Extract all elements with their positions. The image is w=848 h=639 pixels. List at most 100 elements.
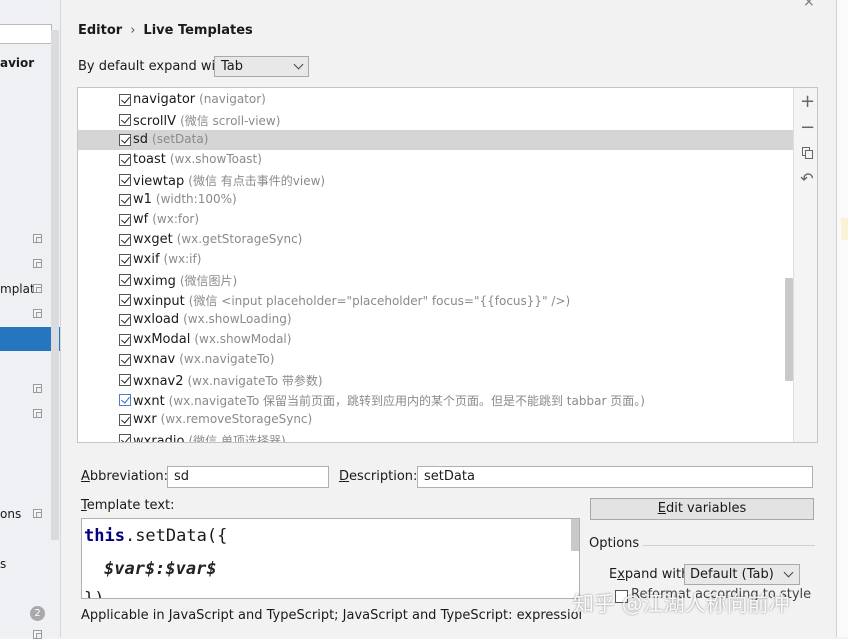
- template-row[interactable]: wf (wx:for): [78, 210, 794, 230]
- template-abbreviation: wf: [133, 212, 149, 227]
- remove-icon[interactable]: −: [800, 119, 815, 137]
- template-checkbox[interactable]: [119, 94, 131, 106]
- description-field[interactable]: setData: [417, 466, 813, 488]
- template-description: (微信 <input placeholder="placeholder" foc…: [188, 294, 571, 308]
- template-description: (wx.navigateTo 带参数): [187, 374, 323, 388]
- expand-with-select[interactable]: Default (Tab): [684, 564, 800, 585]
- sidebar-item-behavior[interactable]: avior: [0, 56, 34, 70]
- divider: [643, 545, 815, 546]
- template-description: (wx.showLoading): [183, 312, 292, 326]
- default-expand-value: Tab: [221, 59, 244, 74]
- copy-icon: [33, 259, 42, 268]
- template-description: (微信 有点击事件的view): [188, 174, 326, 188]
- template-abbreviation: navigator: [133, 92, 196, 107]
- template-abbreviation: wxif: [133, 252, 160, 267]
- template-checkbox[interactable]: [119, 274, 131, 286]
- template-abbreviation: toast: [133, 152, 166, 167]
- template-row[interactable]: wxradio (微信 单项选择器): [78, 430, 794, 443]
- sidebar-scrollbar[interactable]: [51, 30, 59, 540]
- template-checkbox[interactable]: [119, 294, 131, 306]
- breadcrumb-editor[interactable]: Editor: [78, 23, 122, 38]
- template-description: (wx.showToast): [169, 152, 262, 166]
- template-text-label: Template text:: [81, 498, 175, 513]
- default-expand-select[interactable]: Tab: [214, 56, 309, 77]
- templates-rows: navigator (navigator) scrollV (微信 scroll-vi…: [78, 90, 794, 443]
- sidebar-item[interactable]: s: [0, 557, 6, 571]
- template-checkbox[interactable]: [119, 134, 131, 146]
- copy-icon[interactable]: [800, 146, 814, 160]
- template-row[interactable]: navigator (navigator): [78, 90, 794, 110]
- settings-search-input[interactable]: [0, 24, 52, 44]
- copy-icon: [33, 384, 42, 393]
- close-icon[interactable]: ×: [803, 0, 815, 10]
- template-abbreviation: wxradio: [133, 434, 185, 443]
- template-checkbox[interactable]: [119, 314, 131, 326]
- copy-icon: [33, 309, 42, 318]
- abbreviation-field[interactable]: sd: [167, 466, 329, 488]
- template-row[interactable]: wxModal (wx.showModal): [78, 330, 794, 350]
- template-abbreviation: wxinput: [133, 294, 185, 309]
- template-checkbox[interactable]: [119, 414, 131, 426]
- template-row[interactable]: wxget (wx.getStorageSync): [78, 230, 794, 250]
- template-row[interactable]: wxnav (wx.navigateTo): [78, 350, 794, 370]
- template-row[interactable]: wxnav2 (wx.navigateTo 带参数): [78, 370, 794, 390]
- template-checkbox[interactable]: [119, 194, 131, 206]
- template-description: (微信图片): [179, 274, 238, 288]
- template-row[interactable]: sd (setData): [78, 130, 794, 150]
- edit-variables-button[interactable]: Edit variables: [590, 498, 814, 520]
- template-checkbox[interactable]: [119, 374, 131, 386]
- watermark: 知乎 @江湖人称向前冲: [573, 592, 790, 616]
- template-abbreviation: viewtap: [133, 174, 185, 189]
- template-row[interactable]: viewtap (微信 有点击事件的view): [78, 170, 794, 190]
- template-checkbox[interactable]: [119, 234, 131, 246]
- editor-scrollbar[interactable]: [571, 519, 579, 551]
- template-row[interactable]: wxload (wx.showLoading): [78, 310, 794, 330]
- template-description: (navigator): [199, 92, 266, 106]
- restore-icon[interactable]: ↶: [800, 171, 814, 187]
- template-abbreviation: wximg: [133, 274, 176, 289]
- templates-toolbar: + − ↶: [793, 88, 817, 442]
- template-row[interactable]: wxif (wx:if): [78, 250, 794, 270]
- template-abbreviation: wxModal: [133, 332, 191, 347]
- template-abbreviation: scrollV: [133, 114, 177, 129]
- template-row[interactable]: wxr (wx.removeStorageSync): [78, 410, 794, 430]
- template-checkbox[interactable]: [119, 394, 131, 406]
- template-description: (wx:if): [163, 252, 202, 266]
- template-description: (wx.navigateTo 保留当前页面，跳转到应用内的某个页面。但是不能跳到…: [168, 394, 645, 408]
- template-description: (微信 scroll-view): [180, 114, 281, 128]
- template-row[interactable]: scrollV (微信 scroll-view): [78, 110, 794, 130]
- template-abbreviation: wxnav: [133, 352, 176, 367]
- expand-with-value: Default (Tab): [690, 567, 774, 582]
- expand-with-label: Expand with: [609, 567, 690, 582]
- template-abbreviation: w1: [133, 192, 152, 207]
- template-row[interactable]: toast (wx.showToast): [78, 150, 794, 170]
- templates-scrollbar[interactable]: [785, 278, 793, 381]
- template-checkbox[interactable]: [119, 174, 131, 186]
- template-checkbox[interactable]: [119, 354, 131, 366]
- template-text-editor[interactable]: this.setData({ $var$:$var$ }): [81, 518, 580, 599]
- template-checkbox[interactable]: [119, 114, 131, 126]
- template-description: (wx.showModal): [194, 332, 292, 346]
- sidebar-item-options[interactable]: ons: [0, 507, 21, 521]
- template-description: (微信 单项选择器): [188, 434, 286, 443]
- copy-icon: [33, 509, 42, 518]
- add-icon[interactable]: +: [800, 93, 815, 111]
- template-checkbox[interactable]: [119, 434, 131, 442]
- abbreviation-label: Abbreviation:: [81, 469, 169, 484]
- template-row[interactable]: wximg (微信图片): [78, 270, 794, 290]
- chevron-down-icon: [783, 567, 794, 578]
- template-row[interactable]: w1 (width:100%): [78, 190, 794, 210]
- copy-icon: [33, 630, 42, 639]
- template-checkbox[interactable]: [119, 154, 131, 166]
- template-checkbox[interactable]: [119, 254, 131, 266]
- sidebar-item-templates[interactable]: mplat: [0, 282, 35, 296]
- template-checkbox[interactable]: [119, 214, 131, 226]
- applicable-contexts[interactable]: Applicable in JavaScript and TypeScript;…: [81, 608, 581, 623]
- template-row[interactable]: wxnt (wx.navigateTo 保留当前页面，跳转到应用内的某个页面。但是…: [78, 390, 794, 410]
- breadcrumb: Editor › Live Templates: [78, 23, 253, 38]
- template-abbreviation: wxr: [133, 412, 157, 427]
- template-row[interactable]: wxinput (微信 <input placeholder="placehold…: [78, 290, 794, 310]
- template-checkbox[interactable]: [119, 334, 131, 346]
- templates-tree[interactable]: navigator (navigator) scrollV (微信 scroll-vi…: [77, 87, 818, 443]
- chevron-down-icon: [293, 59, 304, 70]
